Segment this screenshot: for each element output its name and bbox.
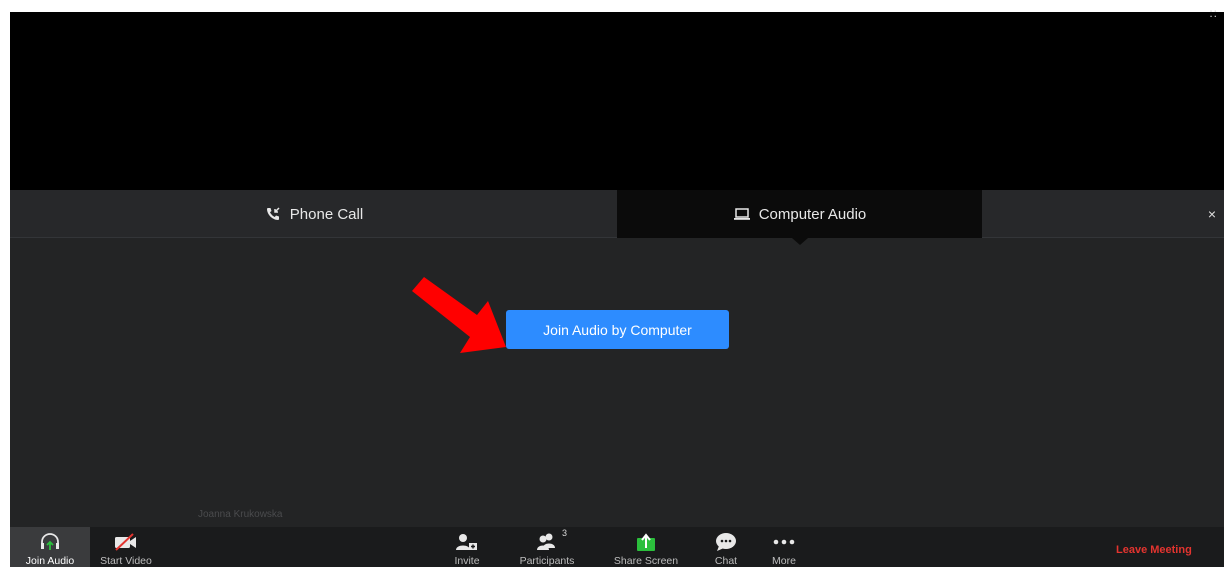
chat-label: Chat bbox=[714, 555, 738, 567]
add-user-icon bbox=[455, 530, 479, 553]
invite-button[interactable]: Invite bbox=[444, 527, 490, 567]
more-dots-icon bbox=[772, 530, 796, 553]
participants-count-badge: 3 bbox=[561, 528, 567, 538]
share-screen-icon bbox=[634, 530, 658, 553]
tab-computer-audio-label: Computer Audio bbox=[758, 205, 867, 223]
video-area: :: bbox=[10, 6, 1224, 190]
join-audio-by-computer-button[interactable]: Join Audio by Computer bbox=[506, 310, 729, 349]
chat-bubble-icon bbox=[714, 530, 738, 553]
laptop-icon bbox=[733, 205, 751, 223]
leave-meeting-button[interactable]: Leave Meeting bbox=[1116, 544, 1192, 556]
start-video-button[interactable]: Start Video bbox=[90, 527, 162, 567]
active-tab-caret bbox=[791, 238, 808, 245]
chat-button[interactable]: Chat bbox=[706, 527, 746, 567]
participants-button[interactable]: 3 Participants bbox=[512, 527, 582, 567]
participants-label: Participants bbox=[519, 555, 575, 567]
annotation-arrow-icon bbox=[412, 277, 506, 353]
headphones-icon bbox=[39, 530, 61, 553]
corner-indicator: :: bbox=[1209, 6, 1218, 20]
tab-phone-call-label: Phone Call bbox=[289, 205, 364, 223]
share-screen-button[interactable]: Share Screen bbox=[603, 527, 689, 567]
participant-name: Joanna Krukowska bbox=[198, 509, 283, 520]
tab-phone-call[interactable]: Phone Call bbox=[10, 190, 617, 238]
invite-label: Invite bbox=[454, 555, 480, 567]
join-audio-button[interactable]: Join Audio bbox=[10, 527, 90, 567]
audio-tabbar: Phone Call Computer Audio × bbox=[10, 190, 1224, 245]
share-screen-label: Share Screen bbox=[613, 555, 679, 567]
phone-incoming-icon bbox=[264, 205, 282, 223]
join-audio-label: Join Audio bbox=[25, 555, 75, 567]
video-off-icon bbox=[113, 530, 139, 553]
start-video-label: Start Video bbox=[100, 555, 152, 567]
participants-icon: 3 bbox=[535, 528, 567, 553]
meeting-toolbar: Join Audio Start Video Invite 3 Particip… bbox=[10, 527, 1224, 567]
more-button[interactable]: More bbox=[762, 527, 806, 567]
tab-computer-audio[interactable]: Computer Audio bbox=[617, 190, 982, 245]
more-label: More bbox=[772, 555, 796, 567]
close-icon[interactable]: × bbox=[1208, 206, 1216, 222]
join-audio-panel: Phone Call Computer Audio × Join Audio b… bbox=[10, 190, 1224, 527]
